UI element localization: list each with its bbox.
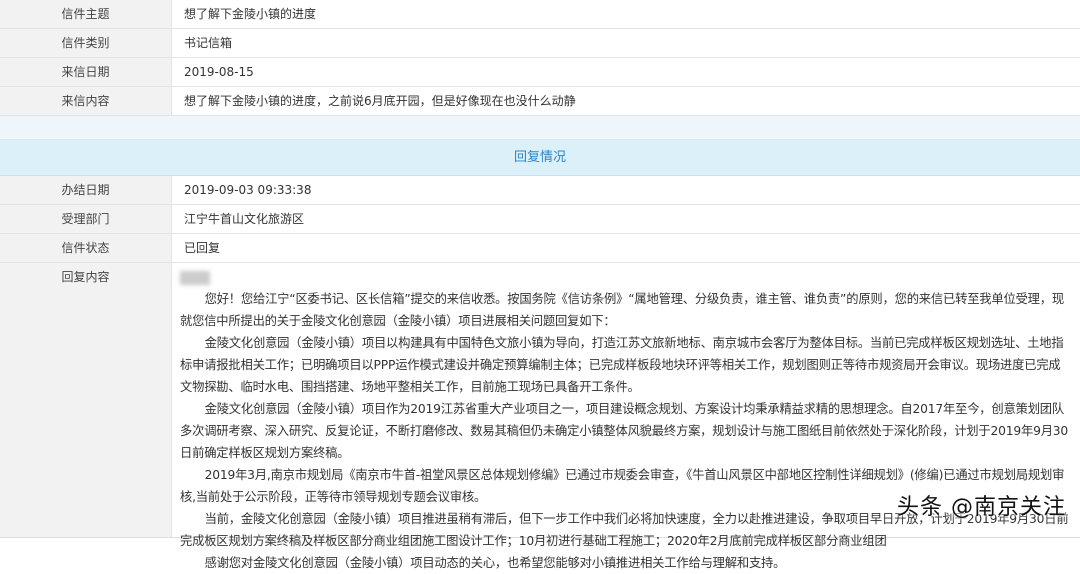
value: 已回复	[184, 241, 221, 255]
label: 来信内容	[0, 87, 172, 115]
label: 信件状态	[0, 234, 172, 262]
label: 信件类别	[0, 29, 172, 57]
row-content: 来信内容 想了解下金陵小镇的进度，之前说6月底开园，但是好像现在也没什么动静	[0, 87, 1080, 116]
label: 回复内容	[0, 263, 172, 537]
letter-table: 信件主题 想了解下金陵小镇的进度 信件类别 书记信箱 来信日期 2019-08-15 …	[0, 0, 1080, 116]
label: 办结日期	[0, 176, 172, 204]
reply-content: 您好！您给江宁“区委书记、区长信箱”提交的来信收悉。按国务院《信访条例》“属地管…	[172, 263, 1080, 570]
paragraph: 您好！您给江宁“区委书记、区长信箱”提交的来信收悉。按国务院《信访条例》“属地管…	[180, 292, 1064, 328]
value: 2019-08-15	[184, 65, 254, 79]
row-category: 信件类别 书记信箱	[0, 29, 1080, 58]
paragraph: 金陵文化创意园（金陵小镇）项目作为2019江苏省重大产业项目之一，项目建设概念规…	[180, 402, 1069, 460]
value: 想了解下金陵小镇的进度，之前说6月底开园，但是好像现在也没什么动静	[184, 94, 576, 108]
label: 受理部门	[0, 205, 172, 233]
value: 书记信箱	[184, 36, 233, 50]
row-completed-date: 办结日期 2019-09-03 09:33:38	[0, 176, 1080, 205]
row-date: 来信日期 2019-08-15	[0, 58, 1080, 87]
value: 2019-09-03 09:33:38	[184, 183, 312, 197]
row-department: 受理部门 江宁牛首山文化旅游区	[0, 205, 1080, 234]
section-title: 回复情况	[0, 140, 1080, 176]
watermark: 头条 @南京关注	[897, 495, 1066, 520]
row-status: 信件状态 已回复	[0, 234, 1080, 263]
value: 想了解下金陵小镇的进度	[184, 7, 317, 21]
paragraph: 感谢您对金陵文化创意园（金陵小镇）项目动态的关心，也希望您能够对小镇推进相关工作…	[204, 556, 786, 570]
value: 江宁牛首山文化旅游区	[184, 212, 305, 226]
paragraph: 金陵文化创意园（金陵小镇）项目以构建具有中国特色文旅小镇为导向，打造江苏文旅新地…	[180, 336, 1064, 394]
label: 来信日期	[0, 58, 172, 86]
reply-table: 办结日期 2019-09-03 09:33:38 受理部门 江宁牛首山文化旅游区 信…	[0, 176, 1080, 570]
spacer-band	[0, 116, 1080, 140]
redacted-block	[180, 271, 210, 285]
label: 信件主题	[0, 0, 172, 28]
row-subject: 信件主题 想了解下金陵小镇的进度	[0, 0, 1080, 29]
row-reply-content: 回复内容 您好！您给江宁“区委书记、区长信箱”提交的来信收悉。按国务院《信访条例…	[0, 263, 1080, 570]
